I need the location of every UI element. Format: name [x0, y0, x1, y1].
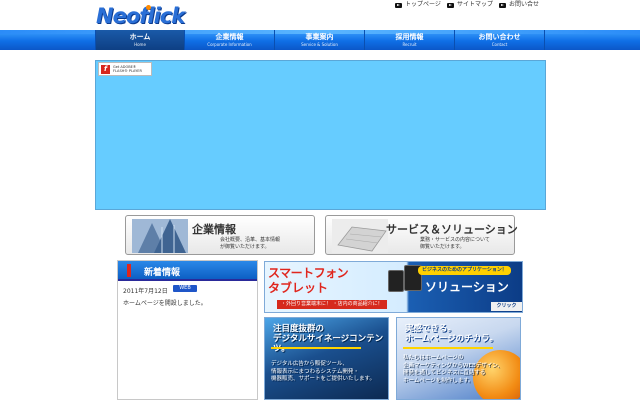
nav-item-corporate[interactable]: 企業情報 Corporate Information: [185, 30, 275, 50]
promo-homepage[interactable]: 実感できる。 ホームページのチカラ。 私たちはホームページの 企画マーケティング…: [396, 317, 521, 400]
utility-link-label: トップページ: [405, 1, 441, 8]
banner-desc-line1: 業務・サービスの内容について: [420, 237, 490, 243]
news-heading: 新着情報: [144, 268, 181, 278]
promo-body-line4: ホームページを制作します。: [403, 377, 474, 384]
news-date: 2011年7月12日: [123, 288, 168, 295]
banner-desc-line2: 御覧いただけます。: [420, 244, 465, 250]
nav-sublabel: Recruit: [402, 41, 417, 47]
promo-body-line1: 私たちはホームページの: [403, 355, 464, 361]
promo-body-line1: デジタル広告から販促ツール、: [271, 361, 348, 367]
logo-text: Neoflick: [96, 4, 185, 28]
nav-label: 採用情報: [395, 32, 424, 41]
news-header-marker: [127, 264, 131, 277]
nav-label: お問い合わせ: [478, 32, 521, 41]
nav-item-contact[interactable]: お問い合わせ Contact: [455, 30, 545, 50]
promo-underline: [403, 347, 493, 349]
get-flash-player-button[interactable]: f Get ADOBE® FLASH® PLAYER: [98, 62, 152, 76]
news-category-badge: WEB: [173, 285, 197, 292]
utility-link-sitemap[interactable]: サイトマップ: [447, 0, 493, 10]
promo-body-line2: 企画マーケティングからWEBデザイン、: [403, 362, 503, 369]
promo-solution: ソリューション: [425, 280, 509, 294]
banner-title: サービス＆ソリューション: [386, 223, 518, 236]
utility-link-top[interactable]: トップページ: [395, 0, 441, 10]
promo-heading: 実感できる。 ホームページのチカラ。: [405, 324, 498, 344]
banner-title: 企業情報: [192, 223, 236, 236]
arrow-icon: [499, 2, 506, 8]
utility-link-contact[interactable]: お問い合せ: [499, 0, 539, 10]
promo-body: 私たちはホームページの 企画マーケティングからWEBデザイン、 開発を通してビジ…: [403, 355, 503, 385]
banner-desc: 会社概要、沿革、基本情報 が御覧いただけます。: [220, 237, 280, 251]
promo-smartphone-banner[interactable]: スマートフォン タブレット ・外回り営業端末に！ ・店内の商品紹介に！ ビジネス…: [264, 261, 523, 313]
promo-body-line3: 機器販売、サポートをご提供いたします。: [271, 376, 375, 382]
banner-corporate[interactable]: 企業情報 会社概要、沿革、基本情報 が御覧いただけます。: [125, 215, 315, 255]
promo-sub: ・外回り営業端末に！ ・店内の商品紹介に！: [277, 300, 387, 309]
flash-icon: f: [101, 64, 110, 74]
arrow-icon: [395, 2, 402, 8]
site-logo[interactable]: Neoflick: [96, 4, 185, 30]
nav-label: 事業案内: [305, 32, 334, 41]
promo-line2: タブレット: [268, 281, 329, 295]
news-header: 新着情報: [118, 261, 257, 281]
tablet-icon: [388, 270, 404, 292]
banner-desc: 業務・サービスの内容について 御覧いただけます。: [420, 237, 490, 251]
banner-desc-line1: 会社概要、沿革、基本情報: [220, 237, 281, 243]
promo-heading-line1: 実感できる。: [405, 324, 456, 334]
promo-heading: 注目度抜群の デジタルサイネージコンテンツ。: [273, 324, 388, 354]
news-panel: 新着情報 2011年7月12日 WEB ホームページを開設しました。: [117, 260, 258, 400]
nav-label: 企業情報: [215, 32, 244, 41]
nav-label: ホーム: [129, 32, 151, 41]
promo-underline: [271, 347, 361, 349]
banner-desc-line2: が御覧いただけます。: [220, 244, 270, 250]
promo-heading-line2: ホームページのチカラ。: [405, 334, 498, 344]
nav-item-recruit[interactable]: 採用情報 Recruit: [365, 30, 455, 50]
keyboard-icon: [332, 219, 388, 253]
promo-digital-signage[interactable]: 注目度抜群の デジタルサイネージコンテンツ。 デジタル広告から販促ツール、 情報…: [264, 317, 389, 400]
promo-body-line2: 情報表示にまつわるシステム開発・: [271, 368, 359, 375]
promo-body: デジタル広告から販促ツール、 情報表示にまつわるシステム開発・ 機器販売、サポー…: [271, 361, 375, 384]
flash-area: f Get ADOBE® FLASH® PLAYER: [95, 60, 546, 210]
nav-sublabel: Contact: [491, 41, 508, 47]
logo-dot: [146, 5, 151, 10]
promo-body-line3: 開発を通してビジネスに直結する: [403, 370, 486, 376]
global-nav: ホーム Home 企業情報 Corporate Information 事業案内…: [95, 30, 545, 50]
click-button[interactable]: クリック: [491, 302, 522, 311]
promo-pill: ビジネスのためのアプリケーション！: [418, 266, 511, 275]
arrow-icon: [447, 2, 454, 8]
building-icon: [132, 219, 188, 253]
banner-service[interactable]: サービス＆ソリューション 業務・サービスの内容について 御覧いただけます。: [325, 215, 518, 255]
nav-item-service[interactable]: 事業案内 Service & Solution: [275, 30, 365, 50]
flash-badge-line2: FLASH® PLAYER: [113, 69, 142, 73]
nav-item-home[interactable]: ホーム Home: [95, 30, 185, 50]
promo-heading-line1: 注目度抜群の: [273, 324, 325, 334]
news-item-link[interactable]: ホームページを開設しました。: [123, 298, 207, 307]
nav-sublabel: Corporate Information: [207, 41, 252, 47]
utility-link-label: サイトマップ: [457, 1, 494, 8]
flash-badge-text: Get ADOBE® FLASH® PLAYER: [113, 65, 142, 73]
utility-link-label: お問い合せ: [509, 1, 540, 8]
nav-sublabel: Home: [134, 41, 146, 47]
nav-sublabel: Service & Solution: [301, 41, 338, 47]
promo-heading-line2: デジタルサイネージコンテンツ。: [273, 334, 384, 354]
